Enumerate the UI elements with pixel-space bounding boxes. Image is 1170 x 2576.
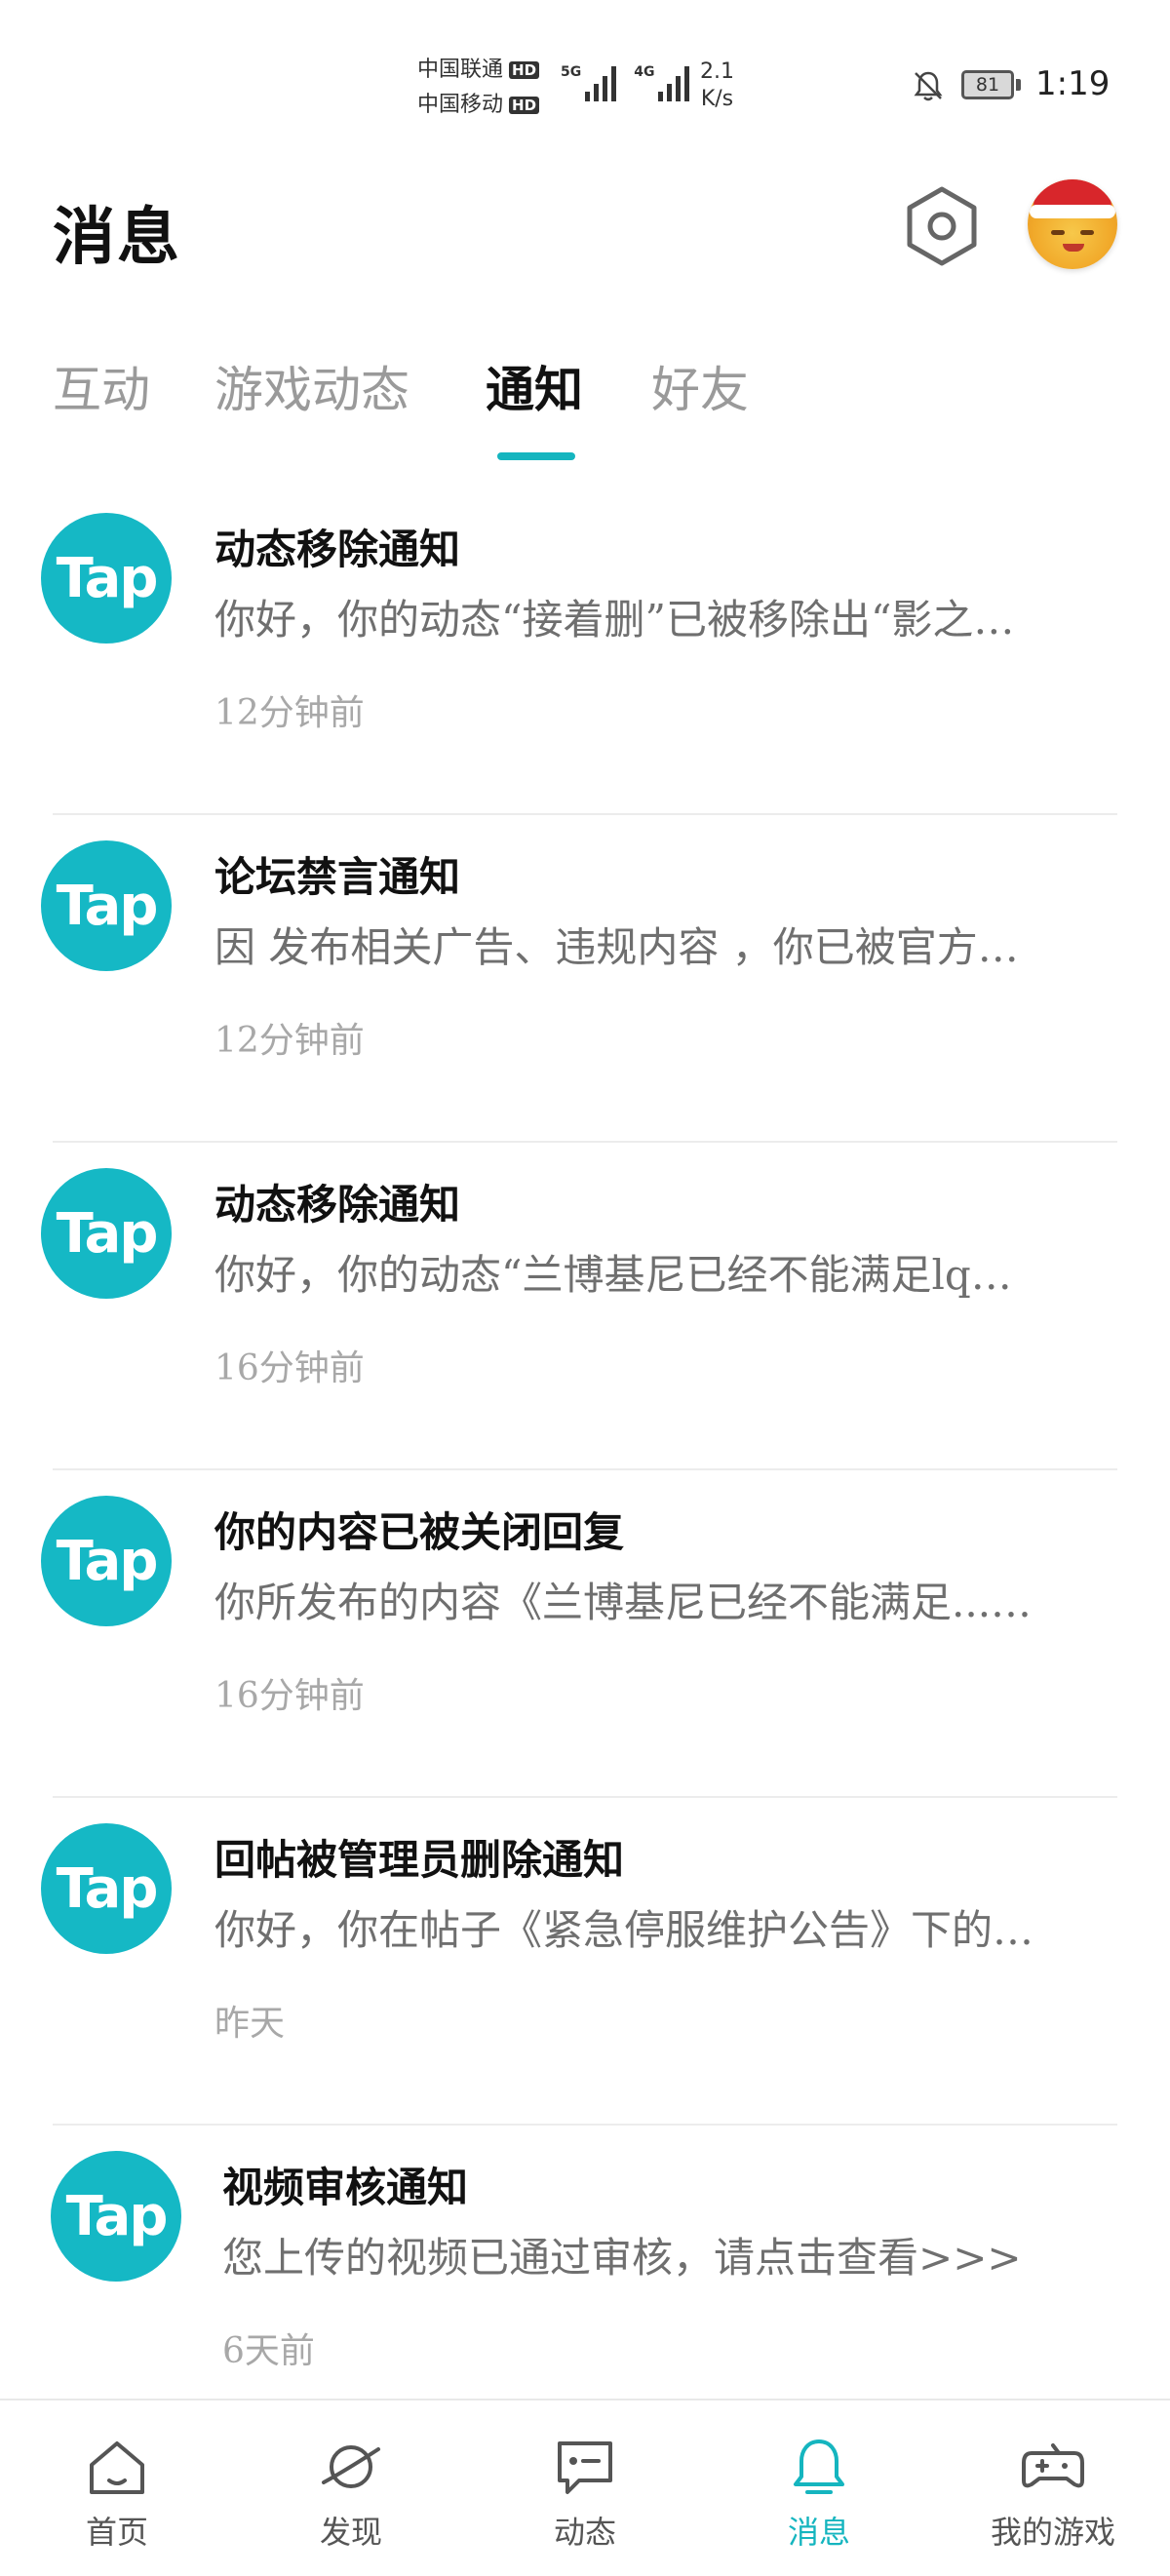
carrier-1: 中国联通 <box>417 58 504 82</box>
notification-time: 6天前 <box>222 2331 315 2371</box>
tab-notifications[interactable]: 通知 <box>486 351 583 421</box>
tab-game-updates[interactable]: 游戏动态 <box>214 351 410 421</box>
notification-title: 你的内容已被关闭回复 <box>214 1508 625 1556</box>
active-tab-indicator <box>497 452 575 460</box>
tap-logo-icon: Tap <box>41 1496 172 1626</box>
notification-item[interactable]: Tap 动态移除通知 你好，你的动态“兰博基尼已经不能满足lq… 16分钟前 <box>0 1143 1170 1470</box>
chat-icon <box>558 2441 612 2494</box>
carrier-info: 中国联通 HD 中国移动 HD <box>417 53 540 123</box>
notification-title: 动态移除通知 <box>214 526 461 573</box>
notification-time: 12分钟前 <box>214 693 365 733</box>
nav-my-games[interactable]: 我的游戏 <box>936 2400 1170 2576</box>
tab-interaction[interactable]: 互动 <box>53 351 150 421</box>
avatar[interactable] <box>1028 179 1117 269</box>
tap-logo-icon: Tap <box>41 1823 172 1954</box>
network-type-1: 5G <box>561 64 582 80</box>
notification-item[interactable]: Tap 论坛禁言通知 因 发布相关广告、违规内容 ，你已被官方… 12分钟前 <box>0 815 1170 1143</box>
carrier-2: 中国移动 <box>417 93 504 117</box>
signal-bars-icon <box>658 64 690 101</box>
speed-value: 2.1 <box>700 59 734 84</box>
signal-bars-icon <box>585 64 617 101</box>
notification-time: 昨天 <box>214 2004 286 2044</box>
notification-body: 你所发布的内容《兰博基尼已经不能满足...… <box>214 1579 1033 1626</box>
notification-title: 动态移除通知 <box>214 1181 461 1229</box>
hd-badge: HD <box>509 61 540 79</box>
signal-indicators: 5G 4G <box>561 64 690 101</box>
notification-title: 回帖被管理员删除通知 <box>214 1836 625 1884</box>
message-tabs: 互动 游戏动态 通知 好友 <box>0 351 1170 468</box>
hd-badge: HD <box>509 97 540 114</box>
nav-home[interactable]: 首页 <box>0 2400 234 2576</box>
network-type-2: 4G <box>634 64 655 80</box>
settings-icon[interactable] <box>899 183 985 269</box>
tap-logo-icon: Tap <box>41 1168 172 1299</box>
bottom-navigation: 首页 发现 动态 消息 我的游戏 <box>0 2399 1170 2576</box>
nav-label: 首页 <box>85 2514 148 2551</box>
nav-messages[interactable]: 消息 <box>702 2400 936 2576</box>
notification-title: 视频审核通知 <box>222 2164 469 2211</box>
notification-title: 论坛禁言通知 <box>214 853 461 901</box>
notification-time: 16分钟前 <box>214 1676 365 1716</box>
notification-item[interactable]: Tap 回帖被管理员删除通知 你好，你在帖子《紧急停服维护公告》下的… 昨天 <box>0 1798 1170 2126</box>
bell-icon <box>794 2439 844 2494</box>
tap-logo-icon: Tap <box>41 513 172 644</box>
home-icon <box>90 2441 144 2494</box>
notification-body: 你好，你的动态“兰博基尼已经不能满足lq… <box>214 1251 1012 1299</box>
notification-body: 因 发布相关广告、违规内容 ，你已被官方… <box>214 923 1019 971</box>
nav-feed[interactable]: 动态 <box>468 2400 702 2576</box>
bell-muted-icon <box>914 71 943 101</box>
nav-label: 消息 <box>787 2514 850 2551</box>
notification-body: 你好，你在帖子《紧急停服维护公告》下的… <box>214 1906 1034 1954</box>
notification-item[interactable]: Tap 你的内容已被关闭回复 你所发布的内容《兰博基尼已经不能满足...… 16… <box>0 1470 1170 1798</box>
battery-icon: 81 <box>961 70 1021 99</box>
nav-label: 我的游戏 <box>990 2514 1115 2551</box>
notification-body: 您上传的视频已通过审核，请点击查看>>> <box>222 2234 1022 2282</box>
speed-unit: K/s <box>700 87 734 111</box>
nav-discover[interactable]: 发现 <box>234 2400 468 2576</box>
notification-item[interactable]: Tap 动态移除通知 你好，你的动态“接着删”已被移除出“影之… 12分钟前 <box>0 488 1170 815</box>
notification-body: 你好，你的动态“接着删”已被移除出“影之… <box>214 596 1015 644</box>
tap-logo-icon: Tap <box>41 840 172 971</box>
status-time: 1:19 <box>1035 64 1111 103</box>
nav-label: 发现 <box>319 2514 382 2551</box>
status-bar: 中国联通 HD 中国移动 HD 5G 4G 2.1 K/s 81 1:19 <box>0 0 1170 146</box>
tap-logo-icon: Tap <box>51 2151 181 2282</box>
notification-time: 16分钟前 <box>214 1348 365 1388</box>
planet-icon <box>322 2445 380 2488</box>
gamepad-icon <box>1022 2443 1084 2488</box>
page-title: 消息 <box>53 201 181 274</box>
nav-label: 动态 <box>553 2514 616 2551</box>
notification-time: 12分钟前 <box>214 1021 365 1061</box>
tab-friends[interactable]: 好友 <box>651 351 749 421</box>
network-speed: 2.1 K/s <box>700 59 734 113</box>
